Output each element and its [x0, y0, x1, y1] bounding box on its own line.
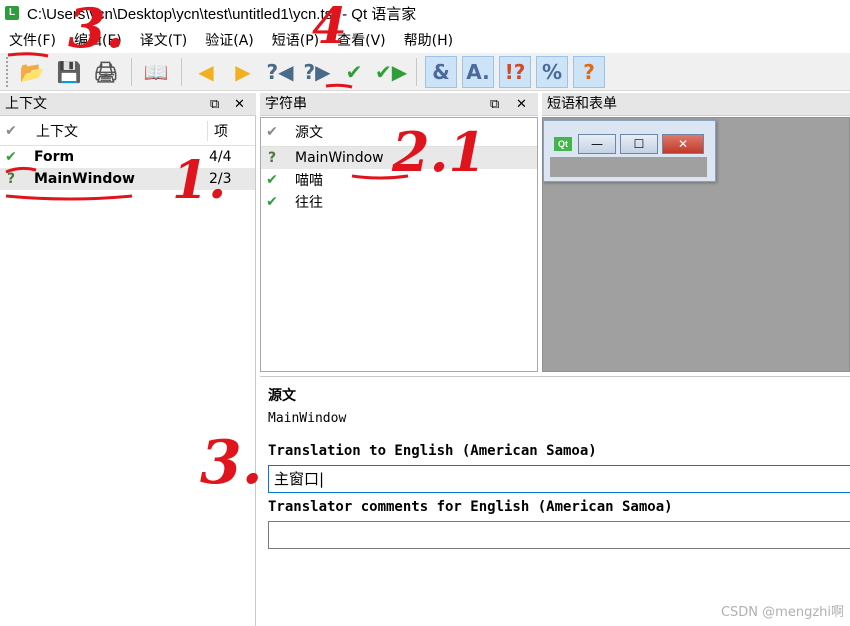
- underline-done-button: [325, 83, 353, 89]
- annotation-strokes: [5, 52, 409, 201]
- underline-mainwindow: [5, 194, 133, 201]
- watermark: CSDN @mengzhi啊: [720, 605, 844, 620]
- underline-string: [351, 174, 409, 180]
- underline-file-menu: [7, 52, 49, 58]
- underline-form: [5, 166, 37, 174]
